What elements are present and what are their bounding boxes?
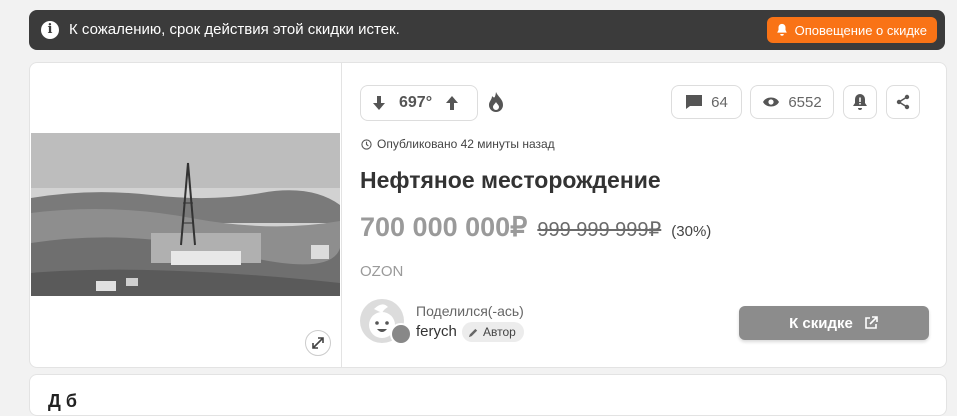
vote-score: 697°	[399, 94, 433, 111]
share-icon	[896, 94, 910, 110]
comment-icon	[686, 95, 703, 109]
price-row: 700 000 000₽ 999 999 999₽ (30%)	[360, 212, 711, 243]
author-badge: Автор	[462, 322, 524, 342]
published-time: Опубликовано 42 минуты назад	[361, 137, 555, 151]
vote-box: 697°	[360, 85, 478, 121]
deal-title[interactable]: Нефтяное месторождение	[360, 167, 661, 194]
clock-icon	[361, 138, 372, 150]
vote-down-button[interactable]	[371, 95, 387, 111]
external-link-icon	[865, 316, 878, 329]
deal-price: 700 000 000₽	[360, 212, 528, 242]
merchant-link[interactable]: OZON	[360, 263, 403, 280]
fire-icon	[489, 92, 503, 112]
deal-alert-button[interactable]: Оповещение о скидке	[766, 17, 937, 43]
shared-by-label: Поделился(-ась)	[416, 303, 524, 319]
discount-percent: (30%)	[671, 223, 712, 240]
alert-button-label: Оповещение о скидке	[794, 22, 927, 38]
pencil-icon	[468, 328, 478, 337]
expired-banner: i К сожалению, срок действия этой скидки…	[29, 10, 945, 50]
views-count: 6552	[788, 93, 822, 111]
comments-count: 64	[711, 93, 728, 111]
bell-icon	[776, 23, 787, 36]
notify-button[interactable]	[843, 85, 877, 119]
info-icon: i	[41, 21, 59, 39]
views-counter: 6552	[750, 85, 834, 119]
eye-icon	[763, 97, 780, 107]
user-level-badge	[390, 323, 412, 345]
banner-message: К сожалению, срок действия этой скидки и…	[69, 21, 400, 38]
deal-card: 697° 64 6552 Опубликовано 42 минуты наза…	[29, 62, 947, 368]
next-card: Д б	[29, 374, 947, 416]
published-label: Опубликовано 42 минуты назад	[377, 137, 555, 151]
go-to-deal-button[interactable]: К скидке	[739, 306, 929, 340]
share-button[interactable]	[886, 85, 920, 119]
bell-alert-icon	[853, 94, 867, 110]
expand-image-button[interactable]	[305, 330, 331, 356]
expand-icon	[312, 337, 324, 349]
vote-up-button[interactable]	[444, 95, 460, 111]
comments-button[interactable]: 64	[671, 85, 742, 119]
author-badge-label: Автор	[483, 325, 516, 339]
deal-image-panel	[30, 63, 342, 367]
original-price: 999 999 999₽	[537, 219, 662, 241]
deal-photo[interactable]	[31, 133, 340, 296]
next-card-title: Д б	[48, 391, 77, 411]
cta-label: К скидке	[789, 314, 853, 332]
username[interactable]: ferych	[416, 323, 457, 340]
